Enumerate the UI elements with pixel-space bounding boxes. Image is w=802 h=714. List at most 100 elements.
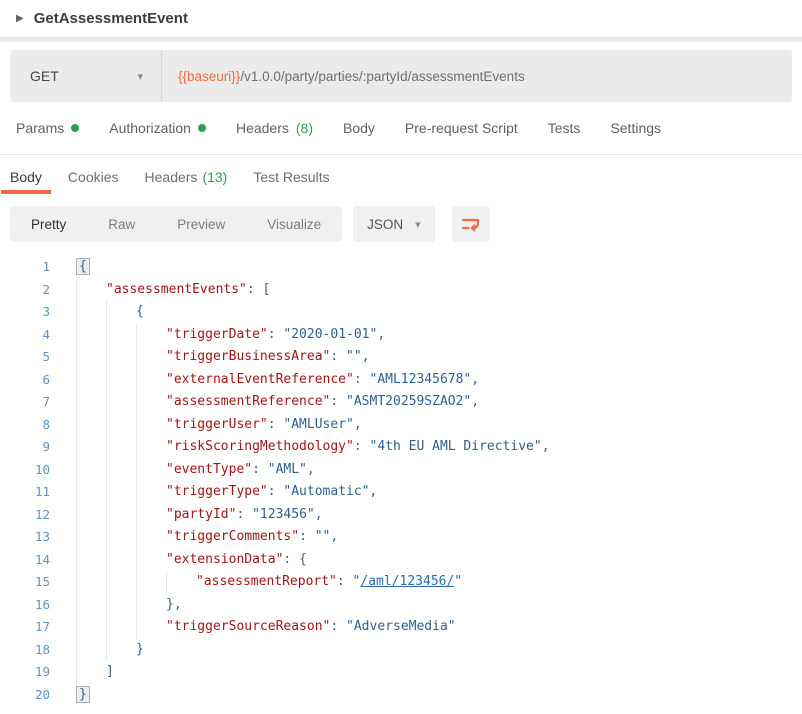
response-tab-body[interactable]: Body <box>10 169 42 185</box>
json-token-str: "" <box>346 349 362 364</box>
line-number: 16 <box>0 594 50 617</box>
indent-guide <box>106 571 136 594</box>
json-token-key: "assessmentEvents" <box>106 282 247 297</box>
line-number: 4 <box>0 324 50 347</box>
indent-guide <box>76 369 106 392</box>
json-token-key: "assessmentReference" <box>166 394 330 409</box>
json-token-punct: , <box>307 462 315 477</box>
tab-headers[interactable]: Headers (8) <box>236 120 313 136</box>
json-token-str: "AdverseMedia" <box>346 619 456 634</box>
indent-guide <box>76 549 106 572</box>
text-wrap-icon <box>460 214 481 235</box>
json-token-punct: ] <box>106 664 114 679</box>
tab-headers-label: Headers <box>236 120 289 136</box>
response-body-editor[interactable]: 1{2"assessmentEvents": [3{4"triggerDate"… <box>0 249 802 706</box>
tab-tests[interactable]: Tests <box>548 120 581 136</box>
json-token-key: "extensionData" <box>166 552 283 567</box>
indent-guide <box>106 414 136 437</box>
line-number: 2 <box>0 279 50 302</box>
code-line: 5"triggerBusinessArea": "", <box>0 346 802 369</box>
indent-guide <box>106 549 136 572</box>
view-mode-raw[interactable]: Raw <box>87 206 156 242</box>
tab-body[interactable]: Body <box>343 120 375 136</box>
line-number: 13 <box>0 526 50 549</box>
indent-guide <box>136 369 166 392</box>
json-token-punct: : <box>268 484 284 499</box>
indent-guide <box>136 436 166 459</box>
response-tab-test-results[interactable]: Test Results <box>253 169 329 185</box>
code-line: 17"triggerSourceReason": "AdverseMedia" <box>0 616 802 639</box>
json-token-key: "riskScoringMethodology" <box>166 439 354 454</box>
line-number: 3 <box>0 301 50 324</box>
json-token-punct: : <box>268 417 284 432</box>
indent-guide <box>76 301 106 324</box>
indent-guide <box>76 616 106 639</box>
json-token-punct: : <box>354 372 370 387</box>
line-number: 1 <box>0 256 50 279</box>
indent-guide <box>106 436 136 459</box>
wrap-text-button[interactable] <box>452 206 490 242</box>
code-line: 8"triggerUser": "AMLUser", <box>0 414 802 437</box>
tab-params[interactable]: Params <box>16 120 79 136</box>
json-token-key: "triggerComments" <box>166 529 299 544</box>
indent-guide <box>106 594 136 617</box>
json-token-key: "triggerType" <box>166 484 268 499</box>
indent-guide <box>136 481 166 504</box>
code-line: 9"riskScoringMethodology": "4th EU AML D… <box>0 436 802 459</box>
tab-settings-label: Settings <box>610 120 661 136</box>
tab-pre-request-script[interactable]: Pre-request Script <box>405 120 518 136</box>
indent-guide <box>136 324 166 347</box>
indent-guide <box>76 324 106 347</box>
tab-body-label: Body <box>343 120 375 136</box>
method-select[interactable]: GET ▾ <box>10 50 162 102</box>
line-number: 19 <box>0 661 50 684</box>
indent-guide <box>136 594 166 617</box>
indent-guide <box>76 436 106 459</box>
collapse-arrow-icon[interactable]: ▶ <box>16 13 24 24</box>
section-divider <box>0 37 802 42</box>
indent-guide <box>166 571 196 594</box>
indent-guide <box>76 571 106 594</box>
indent-guide <box>76 639 106 662</box>
tab-settings[interactable]: Settings <box>610 120 661 136</box>
view-mode-pretty[interactable]: Pretty <box>10 206 87 242</box>
view-mode-group: Pretty Raw Preview Visualize <box>10 206 342 242</box>
json-token-str: " <box>454 574 462 589</box>
json-token-punct: : <box>268 327 284 342</box>
headers-count-badge: (8) <box>296 120 313 136</box>
indent-guide <box>136 616 166 639</box>
indent-guide <box>136 414 166 437</box>
tab-params-label: Params <box>16 120 64 136</box>
indent-guide <box>76 414 106 437</box>
indent-guide <box>106 504 136 527</box>
json-token-punct-hl: } <box>76 686 90 703</box>
code-line: 6"externalEventReference": "AML12345678"… <box>0 369 802 392</box>
response-tab-cookies-label: Cookies <box>68 169 119 185</box>
json-token-punct: : <box>354 439 370 454</box>
view-mode-preview[interactable]: Preview <box>156 206 246 242</box>
json-token-punct: : [ <box>247 282 270 297</box>
json-token-punct: , <box>315 507 323 522</box>
response-tab-test-results-label: Test Results <box>253 169 329 185</box>
tab-tests-label: Tests <box>548 120 581 136</box>
json-token-key: "triggerUser" <box>166 417 268 432</box>
view-mode-visualize[interactable]: Visualize <box>246 206 342 242</box>
code-line: 16}, <box>0 594 802 617</box>
response-tab-cookies[interactable]: Cookies <box>68 169 119 185</box>
tab-authorization[interactable]: Authorization <box>109 120 206 136</box>
chevron-down-icon: ▾ <box>137 70 143 83</box>
format-select[interactable]: JSON ▾ <box>353 206 435 242</box>
indent-guide <box>76 346 106 369</box>
code-line: 14"extensionData": { <box>0 549 802 572</box>
indent-guide <box>106 481 136 504</box>
json-token-str: "4th EU AML Directive" <box>370 439 542 454</box>
json-token-key: "triggerDate" <box>166 327 268 342</box>
code-line: 12"partyId": "123456", <box>0 504 802 527</box>
assessment-report-link[interactable]: /aml/123456/ <box>360 574 454 589</box>
response-tab-headers[interactable]: Headers (13) <box>145 169 228 185</box>
indent-guide <box>106 346 136 369</box>
indent-guide <box>136 526 166 549</box>
url-input[interactable]: {{baseuri}}/v1.0.0/party/parties/:partyI… <box>162 50 792 102</box>
line-number: 20 <box>0 684 50 707</box>
request-tabs: Params Authorization Headers (8) Body Pr… <box>0 102 802 155</box>
